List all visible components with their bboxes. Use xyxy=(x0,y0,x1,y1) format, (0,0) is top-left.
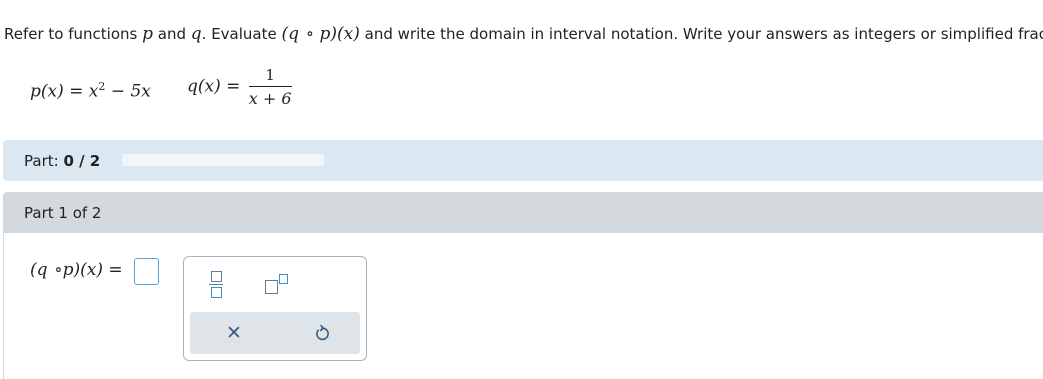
progress-value: 0 / 2 xyxy=(63,152,101,170)
q-fraction: 1 x + 6 xyxy=(248,66,292,108)
exponent-base-box xyxy=(265,280,278,294)
prompt-q: q xyxy=(190,24,202,44)
progress-track xyxy=(122,154,324,166)
fraction-denominator-box xyxy=(211,287,222,298)
prompt-text-2: and xyxy=(153,25,191,43)
progress-label-text: Part: xyxy=(24,152,64,170)
q-denominator: x + 6 xyxy=(248,89,292,108)
function-p-definition: p(x) = x2 − 5x xyxy=(30,80,151,102)
function-q-definition: q(x) = 1 x + 6 xyxy=(187,66,292,108)
progress-label: Part: 0 / 2 xyxy=(24,152,100,170)
palette-tools xyxy=(184,257,366,309)
prompt-text-3: . Evaluate xyxy=(201,25,282,43)
prompt-composition: (q ∘ p)(x) xyxy=(281,24,360,44)
fraction-icon[interactable] xyxy=(206,269,226,299)
clear-icon[interactable]: ✕ xyxy=(222,321,246,345)
prompt-text-4: and write the domain in interval notatio… xyxy=(359,25,1043,43)
fraction-bar xyxy=(209,284,223,285)
answer-area: (q ∘p)(x) = xyxy=(3,233,1043,379)
part-header: Part 1 of 2 xyxy=(3,192,1043,233)
undo-icon-graphic xyxy=(316,324,329,341)
p-name: p xyxy=(30,81,41,102)
p-x: x xyxy=(88,81,99,102)
answer-input[interactable] xyxy=(134,258,159,285)
question-prompt: Refer to functions p and q. Evaluate (q … xyxy=(4,24,1043,44)
palette-actions: ✕ xyxy=(190,312,360,354)
progress-bar: Part: 0 / 2 xyxy=(3,140,1043,181)
q-name: q xyxy=(187,76,198,97)
prompt-text-1: Refer to functions xyxy=(4,25,143,43)
exponent-icon[interactable] xyxy=(262,271,292,299)
math-palette: ✕ xyxy=(183,256,367,361)
q-lhs: (x) = xyxy=(197,76,246,97)
part-header-label: Part 1 of 2 xyxy=(24,204,102,222)
p-tail: − 5x xyxy=(105,81,151,102)
exponent-power-box xyxy=(279,274,288,284)
q-numerator: 1 xyxy=(248,66,292,87)
undo-icon[interactable] xyxy=(310,321,334,345)
answer-prefix: (q ∘p)(x) = xyxy=(30,260,123,280)
fraction-numerator-box xyxy=(211,271,222,282)
prompt-p: p xyxy=(142,24,153,44)
p-lhs: (x) = xyxy=(40,81,89,102)
